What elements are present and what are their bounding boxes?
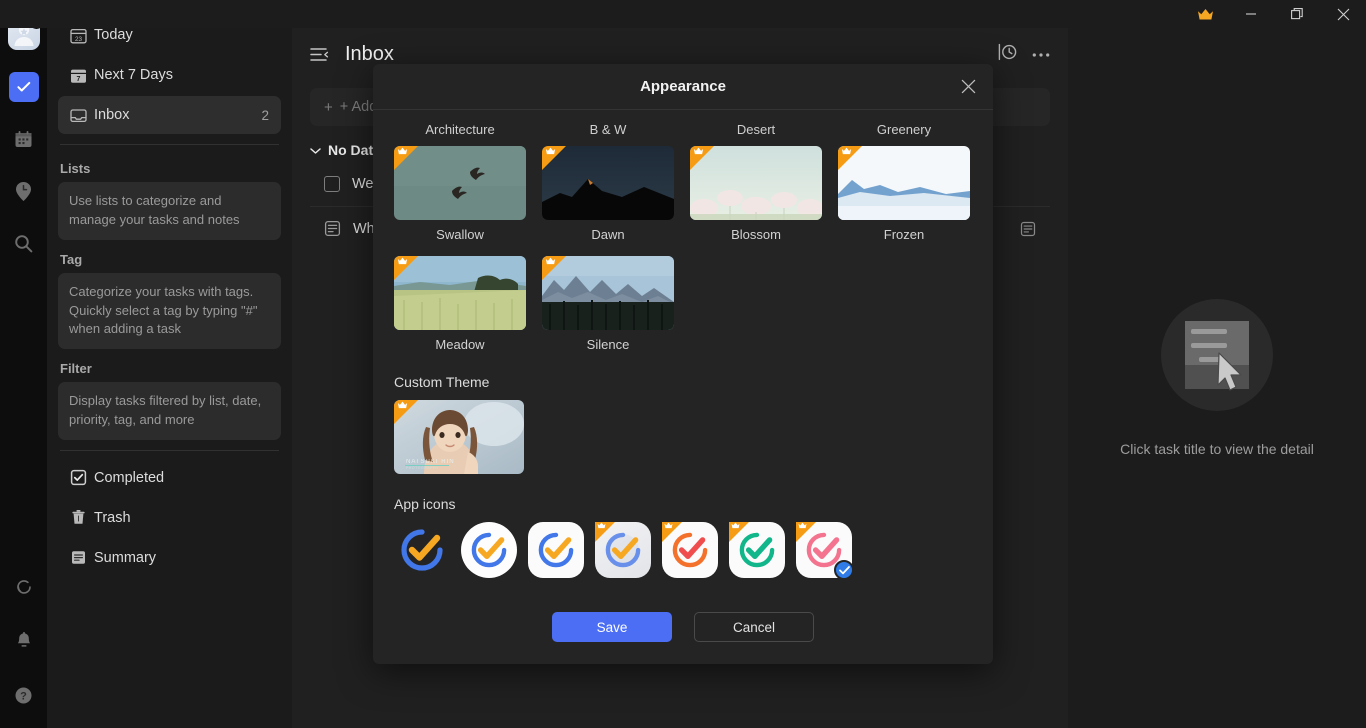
restore-icon[interactable] (1274, 0, 1320, 28)
save-button[interactable]: Save (552, 612, 672, 642)
theme-card-swallow[interactable]: Architecture (394, 122, 526, 242)
app-icon-squircle-white[interactable] (528, 522, 584, 578)
crown-icon (597, 522, 606, 531)
custom-theme-card[interactable]: NATSUKI RIN PHOTOGRAPHY (394, 400, 524, 474)
dialog-footer: Save Cancel (373, 590, 993, 664)
app-icon-list (394, 522, 972, 578)
svg-text:PHOTOGRAPHY: PHOTOGRAPHY (406, 466, 439, 470)
theme-name: Silence (542, 337, 674, 352)
theme-name: Dawn (542, 227, 674, 242)
crown-icon (693, 147, 704, 157)
close-icon[interactable] (1320, 0, 1366, 28)
crown-icon (545, 257, 556, 267)
theme-category: Architecture (394, 122, 526, 138)
theme-category: Greenery (838, 122, 970, 138)
checkmark-circle-icon (535, 529, 577, 571)
dialog-body: Architecture (373, 110, 993, 590)
window-titlebar (0, 0, 1366, 28)
theme-card-dawn[interactable]: B & W (542, 122, 674, 242)
crown-icon (397, 147, 408, 157)
dialog-header: Appearance (373, 64, 993, 110)
theme-category: Desert (690, 122, 822, 138)
theme-name: Frozen (838, 227, 970, 242)
theme-card-meadow[interactable]: Meadow (394, 256, 526, 352)
crown-icon (664, 522, 673, 531)
theme-card-silence[interactable]: Silence (542, 256, 674, 352)
crown-icon (798, 522, 807, 531)
premium-crown-icon[interactable] (1182, 0, 1228, 28)
cancel-button[interactable]: Cancel (694, 612, 814, 642)
theme-name: Blossom (690, 227, 822, 242)
dialog-title: Appearance (640, 78, 726, 95)
app-icon-squircle-green[interactable] (729, 522, 785, 578)
app-icons-label: App icons (394, 496, 972, 512)
theme-grid-row-1: Architecture (394, 122, 972, 242)
crown-icon (397, 257, 408, 267)
svg-text:NATSUKI RIN: NATSUKI RIN (406, 459, 455, 465)
custom-theme-label: Custom Theme (394, 374, 972, 390)
app-icon-classic-transparent[interactable] (394, 522, 450, 578)
app-window: ? 23 Today 7 Next 7 Days Inbox 2 (0, 0, 1366, 728)
crown-icon (397, 401, 408, 411)
theme-grid-row-2: Meadow (394, 256, 972, 352)
close-icon[interactable] (953, 72, 983, 102)
theme-card-blossom[interactable]: Desert (690, 122, 822, 242)
app-icon-squircle-pink[interactable] (796, 522, 852, 578)
checkmark-circle-icon (468, 529, 510, 571)
selected-check-icon (834, 560, 854, 580)
checkmark-circle-icon (397, 525, 447, 575)
crown-icon (841, 147, 852, 157)
theme-name: Swallow (394, 227, 526, 242)
minimize-icon[interactable] (1228, 0, 1274, 28)
crown-icon (545, 147, 556, 157)
app-icon-squircle-orange[interactable] (662, 522, 718, 578)
theme-category: B & W (542, 122, 674, 138)
app-icon-circle-white[interactable] (461, 522, 517, 578)
crown-icon (731, 522, 740, 531)
theme-name: Meadow (394, 337, 526, 352)
appearance-dialog: Appearance Architecture (373, 64, 993, 664)
theme-card-frozen[interactable]: Greenery (838, 122, 970, 242)
app-icon-squircle-frosted[interactable] (595, 522, 651, 578)
